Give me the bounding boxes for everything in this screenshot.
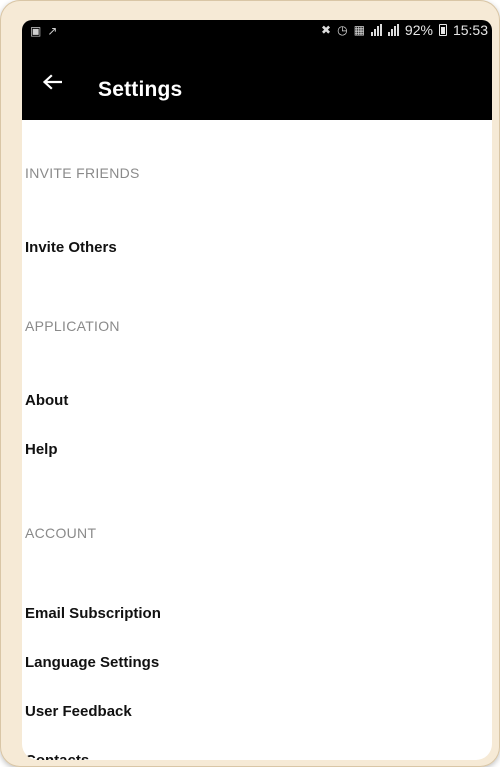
battery-percent: 92% [404,22,433,38]
settings-item-label: Contacts [25,752,89,760]
image-notification-icon: ▣ [30,24,42,38]
settings-item-invite-others[interactable]: Invite Others [22,227,492,267]
mute-icon: ✖ [321,23,332,37]
settings-item-language-settings[interactable]: Language Settings [22,642,492,682]
section-header-account: ACCOUNT [25,525,97,541]
settings-item-label: Language Settings [25,654,160,671]
status-notifications: ▣ ↗ [30,24,57,38]
missed-call-icon: ↗ [47,24,58,38]
settings-item-help[interactable]: Help [22,429,492,469]
status-bar: ▣ ↗ ✖ ◷ ▦ 92% 15:53 [22,20,492,42]
section-header-invite-friends: INVITE FRIENDS [25,165,140,181]
settings-item-label: Email Subscription [25,605,161,622]
settings-item-label: Help [25,441,58,458]
settings-item-contacts[interactable]: Contacts [22,740,492,760]
battery-icon [438,24,447,36]
device-frame: ▣ ↗ ✖ ◷ ▦ 92% 15:53 Settings INVITE FRIE… [0,0,500,767]
app-bar: Settings [22,42,492,120]
settings-item-label: About [25,392,69,409]
status-indicators: ✖ ◷ ▦ 92% 15:53 [321,22,488,38]
section-header-application: APPLICATION [25,318,120,334]
settings-item-label: Invite Others [25,239,117,256]
page-title: Settings [98,78,183,101]
settings-item-label: User Feedback [25,703,132,720]
back-button[interactable] [32,62,72,102]
app-screen: ▣ ↗ ✖ ◷ ▦ 92% 15:53 Settings INVITE FRIE… [22,20,492,760]
signal-strength-icon [370,24,382,36]
nfc-icon: ▦ [353,23,365,37]
signal-strength-2-icon [387,24,399,36]
clock: 15:53 [452,22,488,38]
settings-item-about[interactable]: About [22,380,492,420]
settings-item-email-subscription[interactable]: Email Subscription [22,593,492,633]
alarm-icon: ◷ [337,23,348,37]
arrow-left-icon [42,74,62,90]
settings-item-user-feedback[interactable]: User Feedback [22,691,492,731]
